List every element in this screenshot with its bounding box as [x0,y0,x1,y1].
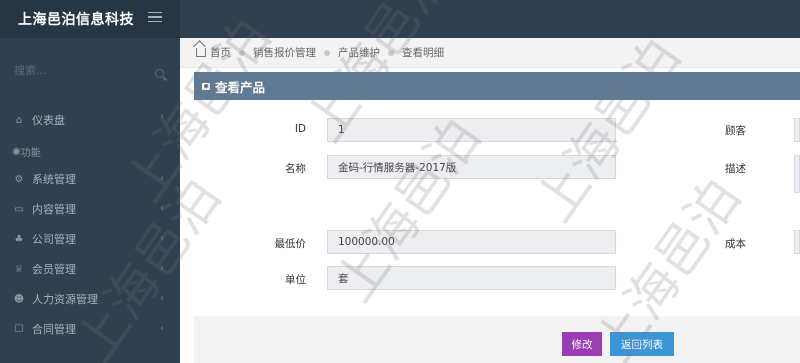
unit-field[interactable]: 套 [327,266,616,290]
trophy-icon: ♕ [14,263,24,275]
sidebar-item-member[interactable]: ♕ 会员管理 ‹ [0,254,180,284]
search-icon[interactable] [155,69,164,78]
sitemap-icon: ♣ [14,233,24,245]
sidebar-section-label: 功能 [20,147,41,159]
sidebar-item-label: 会员管理 [32,263,76,276]
breadcrumb-separator [239,49,245,56]
keyboard-icon: ▭ [14,203,24,215]
description-label: 描述 [725,163,746,175]
search-input[interactable]: 搜索... [14,62,47,78]
sidebar-item-company[interactable]: ♣ 公司管理 ‹ [0,224,180,254]
chevron-left-icon: ‹ [160,323,164,334]
sidebar-section: ◉ 功能 [0,138,180,164]
globe-icon: ◉ [12,145,21,157]
sidebar-item-content[interactable]: ▭ 内容管理 ‹ [0,194,180,224]
sidebar-item-dashboard[interactable]: ⌂ 仪表盘 ‹ [0,102,180,138]
breadcrumb: 首页 销售报价管理 产品维护 查看明细 [180,38,800,68]
sidebar-item-contract[interactable]: ☐ 合同管理 ‹ [0,314,180,344]
breadcrumb-item[interactable]: 首页 [210,45,231,60]
name-field[interactable]: 金码-行情服务器-2017版 [327,155,616,179]
panel-title: 查看产品 [215,79,266,95]
users-icon: ☻ [13,293,25,305]
gears-icon: ⚙ [14,173,24,185]
id-field[interactable]: 1 [327,118,616,142]
topbar [148,0,800,38]
home-icon: ⌂ [15,114,23,126]
breadcrumb-separator [324,49,330,56]
customer-label: 顾客 [725,125,746,137]
sidebar-item-hr[interactable]: ☻ 人力资源管理 ‹ [0,284,180,314]
sidebar-search[interactable]: 搜索... [0,38,180,102]
min-price-label: 最低价 [274,238,307,250]
menu-toggle-icon[interactable] [148,12,162,22]
cost-field[interactable] [794,230,800,254]
edit-button[interactable]: 修改 [562,332,602,356]
back-to-list-button[interactable]: 返回列表 [610,332,674,356]
chevron-left-icon: ‹ [160,293,164,304]
sidebar-item-label: 内容管理 [32,203,76,216]
breadcrumb-item: 查看明细 [402,47,444,59]
breadcrumb-item[interactable]: 销售报价管理 [253,45,316,60]
chevron-left-icon: ‹ [160,203,164,214]
breadcrumb-separator [388,49,394,56]
camera-icon [202,82,210,90]
form-footer: 修改 返回列表 [194,316,800,363]
breadcrumb-item[interactable]: 产品维护 [338,45,380,60]
min-price-field[interactable]: 100000.00 [327,230,616,254]
chevron-left-icon: ‹ [160,111,164,122]
sidebar-item-label: 人力资源管理 [32,293,98,306]
sidebar-item-label: 系统管理 [32,173,76,186]
sidebar-item-label: 仪表盘 [32,114,65,127]
name-label: 名称 [285,163,306,175]
customer-field[interactable] [794,118,800,142]
cost-label: 成本 [725,238,746,250]
panel-header: 查看产品 [194,72,800,100]
home-icon[interactable] [196,48,206,57]
view-product-panel: 查看产品 ID 1 名称 金码-行情服务器-2017版 最低价 100000.0… [194,72,800,363]
chevron-left-icon: ‹ [160,263,164,274]
sidebar-item-label: 合同管理 [32,323,76,336]
sidebar: 上海邑泊信息科技 搜索... ⌂ 仪表盘 ‹ ◉ 功能 ⚙ 系统管理 ‹ ▭ 内… [0,0,180,363]
unit-label: 单位 [285,274,306,286]
id-label: ID [294,123,306,135]
description-field[interactable] [794,155,800,193]
sidebar-item-label: 公司管理 [32,233,76,246]
sidebar-item-system[interactable]: ⚙ 系统管理 ‹ [0,164,180,194]
chevron-left-icon: ‹ [160,173,164,184]
chevron-left-icon: ‹ [160,233,164,244]
document-icon: ☐ [14,323,24,335]
